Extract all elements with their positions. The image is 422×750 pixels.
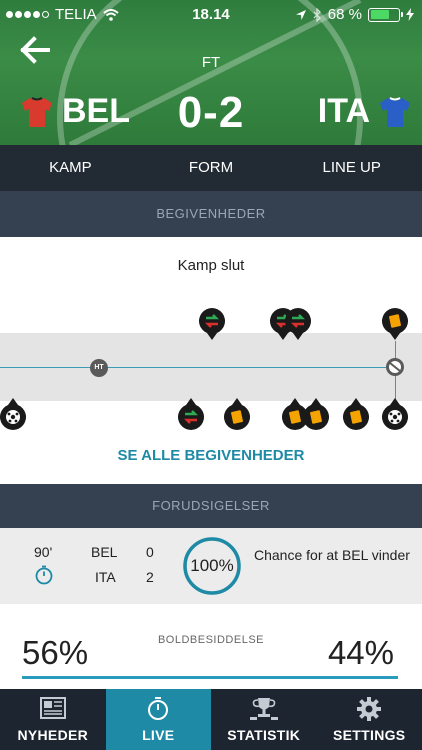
stopwatch-icon (35, 565, 53, 585)
yellow-card-icon[interactable] (342, 397, 370, 431)
goal-icon[interactable] (381, 397, 409, 431)
yellow-card-icon[interactable] (381, 307, 409, 341)
see-all-events-link[interactable]: SE ALLE BEGIVENHEDER (0, 447, 422, 464)
substitution-icon[interactable] (198, 307, 226, 341)
events-timeline: Kamp slut HT SE ALLE BEGIVENHEDER (0, 237, 422, 484)
tab-lineup[interactable]: LINE UP (281, 145, 422, 191)
away-team-code: ITA (317, 92, 370, 130)
away-team: ITA (318, 92, 412, 131)
nav-live[interactable]: LIVE (105, 689, 211, 750)
yellow-card-icon[interactable] (302, 397, 330, 431)
battery-icon (368, 7, 403, 22)
nav-label: SETTINGS (333, 727, 406, 743)
trophy-icon (249, 698, 278, 720)
prediction-team-away: ITA (95, 569, 116, 585)
match-header: TELIA 18.14 68 % FT BEL 0-2 ITA (0, 0, 422, 145)
nav-label: STATISTIK (227, 727, 301, 743)
bluetooth-icon (313, 7, 321, 22)
nav-label: LIVE (142, 727, 175, 743)
nav-settings[interactable]: SETTINGS (317, 689, 422, 750)
news-icon (39, 697, 66, 719)
substitution-icon[interactable] (177, 397, 205, 431)
yellow-card-icon[interactable] (223, 397, 251, 431)
nav-nyheder[interactable]: NYHEDER (0, 689, 106, 750)
prediction-score-home: 0 (146, 544, 154, 560)
nav-statistik[interactable]: STATISTIK (211, 689, 317, 750)
whistle-icon (386, 358, 404, 376)
chance-description: Chance for at BEL vinder (254, 547, 410, 563)
tab-form[interactable]: FORM (141, 145, 282, 191)
battery-percent: 68 % (327, 6, 362, 23)
charging-icon (406, 8, 414, 21)
chance-percent: 100% (190, 556, 234, 575)
events-header: BEGIVENHEDER (0, 191, 422, 237)
possession-stat: BOLDBESIDDELSE 56% 44% (0, 604, 422, 689)
prediction-minute: 90' (34, 544, 53, 560)
location-icon (295, 9, 306, 20)
status-bar: TELIA 18.14 68 % (0, 0, 422, 28)
match-end-label: Kamp slut (177, 257, 245, 274)
tab-kamp[interactable]: KAMP (0, 145, 141, 191)
predictions-header: FORUDSIGELSER (0, 484, 422, 528)
gear-icon (357, 697, 382, 721)
possession-away: 44% (327, 634, 394, 671)
nav-label: NYHEDER (17, 727, 89, 743)
substitution-icon[interactable] (284, 307, 312, 341)
possession-home: 56% (22, 634, 89, 671)
prediction-team-home: BEL (91, 544, 118, 560)
goal-icon[interactable] (0, 397, 27, 431)
stopwatch-icon (148, 697, 169, 720)
timeline-line (0, 367, 396, 368)
halftime-marker: HT (90, 359, 108, 377)
away-shirt-icon (380, 96, 410, 127)
match-tabs: KAMP FORM LINE UP (0, 145, 422, 191)
prediction-panel: 90' BEL 0 ITA 2 100% Chance for at BEL v… (0, 528, 422, 604)
possession-bar (22, 676, 398, 679)
match-status: FT (201, 54, 221, 71)
prediction-score-away: 2 (146, 569, 154, 585)
bottom-nav: NYHEDER LIVE STATISTIK SETTINGS (0, 689, 422, 750)
